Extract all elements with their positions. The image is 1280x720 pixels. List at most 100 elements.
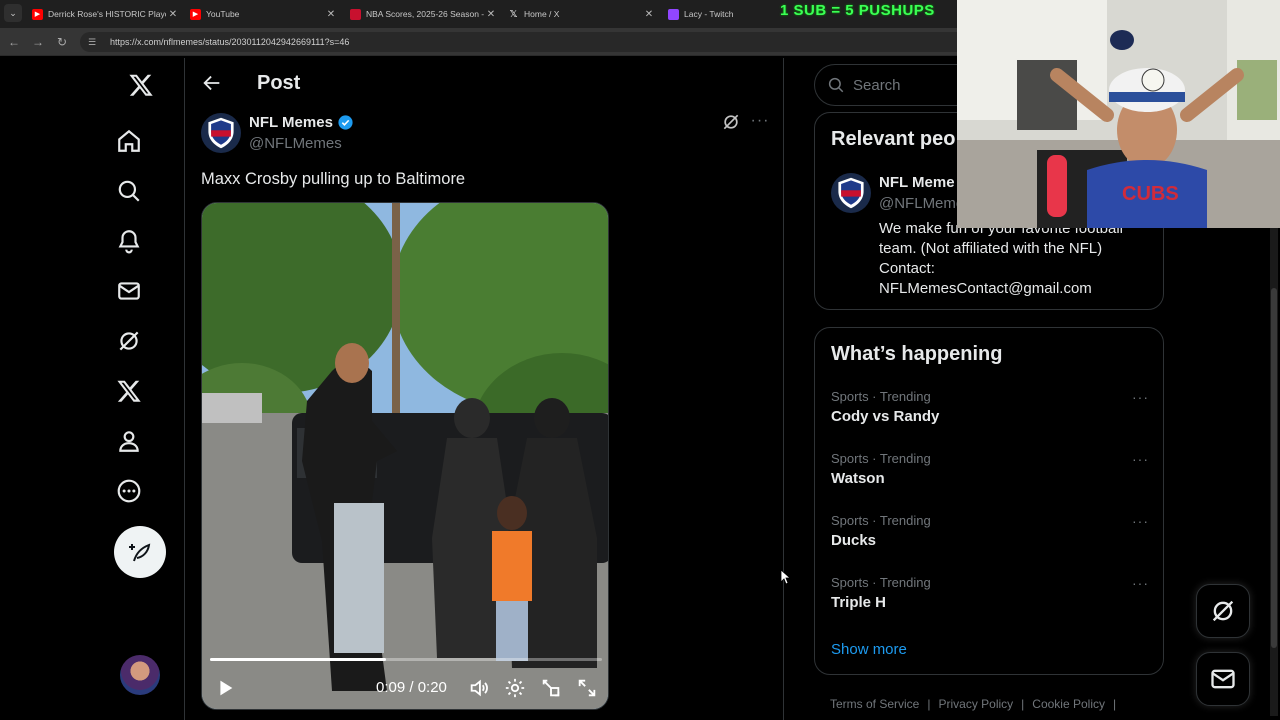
cookie-link[interactable]: Cookie Policy	[1032, 697, 1105, 711]
trend-name: Triple H	[831, 594, 887, 611]
scrollbar-thumb[interactable]	[1271, 288, 1277, 648]
messages-icon[interactable]	[114, 276, 144, 306]
trend-more-icon[interactable]: ···	[1132, 513, 1149, 529]
back-icon[interactable]: ←	[6, 34, 22, 50]
main-column: Post NFL Memes @NFLMemes ··· Maxx Crosby…	[184, 58, 784, 720]
author-avatar[interactable]	[201, 113, 241, 153]
tab-search-dropdown-icon[interactable]: ⌄	[4, 4, 22, 22]
whats-happening-title: What’s happening	[831, 343, 1003, 365]
trend-item[interactable]: Sports · Trending Cody vs Randy ···	[831, 389, 1149, 433]
tab-close-icon[interactable]: ✕	[166, 9, 180, 20]
site-info-icon[interactable]: ☰	[88, 37, 100, 47]
trend-item[interactable]: Sports · Trending Watson ···	[831, 451, 1149, 495]
author-name-text: NFL Memes	[249, 114, 333, 131]
whats-happening-card: What’s happening Sports · Trending Cody …	[814, 327, 1164, 675]
video-frame	[202, 203, 608, 709]
trend-item[interactable]: Sports · Trending Triple H ···	[831, 575, 1149, 619]
messages-floating-button[interactable]	[1196, 652, 1250, 706]
account-avatar[interactable]	[120, 655, 160, 695]
trend-more-icon[interactable]: ···	[1132, 575, 1149, 591]
twitch-icon	[668, 8, 679, 20]
tab-label: NBA Scores, 2025-26 Season -	[366, 9, 484, 19]
footer-separator: |	[1113, 697, 1117, 711]
nfl-memes-logo-icon	[208, 117, 234, 149]
url-text: https://x.com/nflmemes/status/2030112042…	[110, 37, 350, 47]
fullscreen-icon[interactable]	[576, 677, 598, 699]
footer-links: Terms of Service | Privacy Policy | Cook…	[830, 697, 1116, 711]
footer-separator: |	[1021, 697, 1025, 711]
tab-close-icon[interactable]: ✕	[642, 9, 656, 20]
back-arrow-icon[interactable]	[201, 72, 223, 94]
feather-plus-icon	[129, 543, 151, 562]
notifications-icon[interactable]	[114, 226, 144, 256]
picture-in-picture-icon[interactable]	[540, 677, 562, 699]
video-controls: 0:09 / 0:20	[202, 673, 608, 703]
play-icon[interactable]	[214, 677, 236, 699]
x-icon: 𝕏	[509, 8, 518, 20]
relevant-person-bio: We make fun of your favorite football te…	[879, 220, 1124, 297]
browser-tab-home-x[interactable]: 𝕏 Home / X ✕	[502, 3, 656, 25]
compose-post-button[interactable]	[114, 526, 166, 578]
privacy-link[interactable]: Privacy Policy	[938, 697, 1013, 711]
tab-label: YouTube	[206, 9, 240, 19]
trend-item[interactable]: Sports · Trending Ducks ···	[831, 513, 1149, 557]
trend-meta: Sports · Trending	[831, 451, 931, 466]
tab-close-icon[interactable]: ✕	[324, 9, 338, 20]
premium-x-icon[interactable]	[114, 376, 144, 406]
grok-floating-button[interactable]	[1196, 584, 1250, 638]
reload-icon[interactable]: ↻	[54, 34, 70, 50]
post-text: Maxx Crosby pulling up to Baltimore	[201, 170, 466, 188]
more-icon[interactable]	[114, 476, 144, 506]
grok-icon[interactable]	[114, 326, 144, 356]
more-options-icon[interactable]: ···	[749, 112, 771, 134]
relevant-people-title: Relevant peo	[831, 128, 956, 150]
trend-meta: Sports · Trending	[831, 389, 931, 404]
profile-icon[interactable]	[114, 426, 144, 456]
relevant-person-avatar[interactable]	[831, 173, 871, 213]
mouse-cursor-icon	[781, 570, 791, 584]
nfl-memes-logo-icon	[838, 177, 864, 209]
video-progress-fill	[210, 658, 387, 661]
home-icon[interactable]	[114, 126, 144, 156]
video-time: 0:09 / 0:20	[376, 679, 447, 696]
tab-close-icon[interactable]: ✕	[484, 9, 498, 20]
footer-separator: |	[927, 697, 931, 711]
volume-icon[interactable]	[468, 677, 490, 699]
search-placeholder: Search	[853, 76, 901, 94]
tab-label: Lacy - Twitch	[684, 9, 734, 19]
webcam-frame: CUBS	[957, 0, 1280, 228]
author-handle[interactable]: @NFLMemes	[249, 135, 342, 152]
trend-more-icon[interactable]: ···	[1132, 389, 1149, 405]
search-icon[interactable]	[114, 176, 144, 206]
forward-icon[interactable]: →	[30, 34, 46, 50]
show-more-link[interactable]: Show more	[831, 641, 907, 658]
messages-icon	[1211, 669, 1235, 689]
video-player[interactable]: 0:09 / 0:20	[201, 202, 609, 710]
grok-explain-icon[interactable]	[721, 112, 743, 134]
search-icon	[828, 77, 844, 93]
trend-meta: Sports · Trending	[831, 575, 931, 590]
browser-tab-nba-scores[interactable]: NBA Scores, 2025-26 Season - ✕	[344, 3, 498, 25]
video-progress-bar[interactable]	[210, 658, 602, 661]
grok-icon	[1212, 600, 1234, 622]
browser-tab-twitch[interactable]: Lacy - Twitch	[662, 3, 778, 25]
trend-more-icon[interactable]: ···	[1132, 451, 1149, 467]
trend-name: Ducks	[831, 532, 877, 549]
browser-tab-derrick-rose[interactable]: ▶ Derrick Rose's HISTORIC Playoff ✕	[26, 3, 180, 25]
page-scrollbar[interactable]	[1270, 228, 1278, 716]
page-title: Post	[257, 72, 301, 94]
trend-name: Watson	[831, 470, 885, 487]
youtube-icon: ▶	[32, 8, 43, 20]
browser-tab-youtube[interactable]: ▶ YouTube ✕	[184, 3, 338, 25]
svg-text:CUBS: CUBS	[1122, 183, 1179, 205]
left-sidebar-nav	[100, 58, 184, 720]
x-logo-icon[interactable]	[126, 70, 156, 100]
trend-meta: Sports · Trending	[831, 513, 931, 528]
author-name[interactable]: NFL Memes	[249, 114, 354, 131]
stream-overlay-banner: 1 SUB = 5 PUSHUPS	[780, 2, 935, 19]
nba-icon	[350, 8, 361, 20]
relevant-person-handle[interactable]: @NFLMeme	[879, 195, 964, 212]
settings-gear-icon[interactable]	[504, 677, 526, 699]
relevant-person-name[interactable]: NFL Meme	[879, 174, 955, 191]
terms-link[interactable]: Terms of Service	[830, 697, 919, 711]
